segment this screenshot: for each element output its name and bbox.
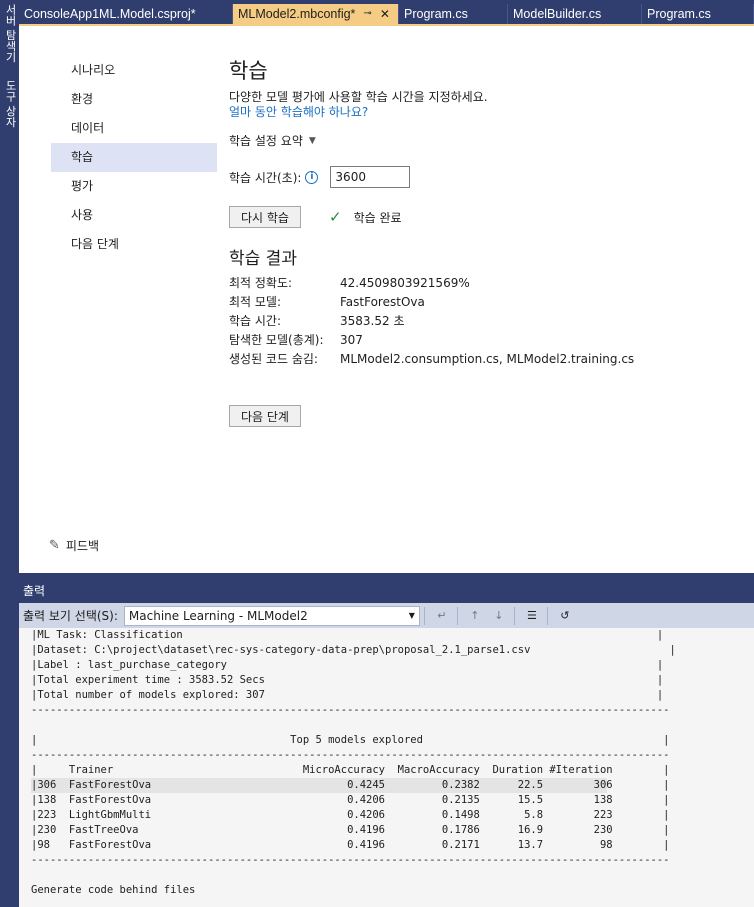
clear-all-icon[interactable]: ☰ [521, 606, 543, 626]
step-navigation: 시나리오 환경 데이터 학습 평가 사용 다음 단계 [51, 56, 217, 259]
next-step-wrap: 다음 단계 [229, 405, 729, 427]
result-row: 학습 시간: 3583.52 초 [229, 312, 729, 331]
feedback-link[interactable]: ✎ 피드백 [49, 537, 99, 554]
result-label: 최적 정확도: [229, 276, 293, 290]
pin-icon[interactable]: ⊸ [363, 4, 371, 24]
nav-item-consume[interactable]: 사용 [51, 201, 217, 230]
nav-item-scenario[interactable]: 시나리오 [51, 56, 217, 85]
model-builder-pane: 시나리오 환경 데이터 학습 평가 사용 다음 단계 학습 다양한 모델 평가에… [19, 26, 754, 573]
toolbar-separator [423, 606, 425, 625]
nav-item-next-steps[interactable]: 다음 단계 [51, 230, 217, 259]
output-source-label: 출력 보기 선택(S): [23, 609, 118, 623]
output-line: ----------------------------------------… [31, 704, 670, 716]
output-line: |ML Task: Classification | [31, 629, 664, 641]
tab-mlmodel2-mbconfig[interactable]: MLModel2.mbconfig* ⊸ ✕ [233, 4, 399, 24]
output-line: |98 FastForestOva 0.4196 0.2171 13.7 98 … [31, 839, 670, 851]
help-link[interactable]: 얼마 동안 학습해야 하나요? [229, 105, 729, 120]
nav-item-environment[interactable]: 환경 [51, 85, 217, 114]
nav-item-evaluate[interactable]: 평가 [51, 172, 217, 201]
train-action-row: 다시 학습 ✓ 학습 완료 [229, 206, 729, 228]
nav-item-data[interactable]: 데이터 [51, 114, 217, 143]
chevron-down-icon: ▼ [308, 135, 316, 146]
tab-consoleapp-model-csproj[interactable]: ConsoleApp1ML.Model.csproj* [19, 4, 233, 24]
output-line: | Trainer MicroAccuracy MacroAccuracy Du… [31, 764, 670, 776]
tab-modelbuilder-cs[interactable]: ModelBuilder.cs [508, 4, 642, 24]
word-wrap-icon[interactable]: ↺ [554, 606, 576, 626]
feedback-icon: ✎ [49, 538, 60, 553]
side-tool-strip: 서버 탐색기 도구 상자 [0, 0, 19, 907]
output-text-area[interactable]: |ML Task: Classification | |Dataset: C:\… [19, 628, 754, 907]
output-line: |230 FastTreeOva 0.4196 0.1786 16.9 230 … [31, 824, 670, 836]
result-row: 탐색한 모델(총계): 307 [229, 331, 729, 350]
output-source-value: Machine Learning - MLModel2 [128, 608, 308, 623]
result-row: 최적 정확도: 42.4509803921569% [229, 274, 729, 293]
chevron-down-icon: ▼ [408, 611, 415, 620]
page-description: 다양한 모델 평가에 사용할 학습 시간을 지정하세요. [229, 90, 488, 104]
toolbox-tab[interactable]: 도구 상자 [2, 80, 18, 128]
result-value: 3583.52 초 [340, 314, 405, 328]
output-line: |Total experiment time : 3583.52 Secs | [31, 674, 664, 686]
previous-message-icon[interactable]: ↑ [464, 606, 486, 626]
summary-label: 학습 설정 요약 [229, 134, 303, 148]
next-message-icon[interactable]: ↓ [488, 606, 510, 626]
result-label: 학습 시간: [229, 314, 282, 328]
result-value: 307 [340, 333, 363, 347]
page-title: 학습 [229, 59, 268, 83]
output-line: |Dataset: C:\project\dataset\rec-sys-cat… [31, 644, 676, 656]
tab-program-cs[interactable]: Program.cs [399, 4, 508, 24]
retrain-button[interactable]: 다시 학습 [229, 206, 301, 228]
checkmark-icon: ✓ [328, 208, 342, 226]
output-toolbar: 출력 보기 선택(S): Machine Learning - MLModel2… [19, 603, 754, 628]
train-content: 학습 다양한 모델 평가에 사용할 학습 시간을 지정하세요. 얼마 동안 학습… [229, 56, 729, 427]
next-step-button[interactable]: 다음 단계 [229, 405, 301, 427]
result-value: MLModel2.consumption.cs, MLModel2.traini… [340, 352, 635, 366]
training-time-row: 학습 시간(초): i [229, 166, 729, 188]
output-line: |Label : last_purchase_category | [31, 659, 664, 671]
info-icon[interactable]: i [305, 170, 319, 184]
output-source-select[interactable]: Machine Learning - MLModel2 ▼ [123, 605, 420, 626]
output-line: Generate code behind files [31, 884, 196, 896]
tab-label: Program.cs [404, 7, 468, 21]
output-line: ----------------------------------------… [31, 854, 670, 866]
output-line: | Top 5 models explored | [31, 734, 670, 746]
toolbar-separator [513, 606, 515, 625]
tab-label: ModelBuilder.cs [513, 7, 602, 21]
output-line: ----------------------------------------… [31, 749, 670, 761]
result-row: 생성된 코드 숨김: MLModel2.consumption.cs, MLMod… [229, 350, 729, 369]
tab-program-cs-2[interactable]: Program.cs [642, 4, 754, 24]
server-explorer-tab[interactable]: 서버 탐색기 [2, 4, 18, 63]
results-title: 학습 결과 [229, 249, 297, 269]
result-label: 탐색한 모델(총계): [229, 333, 324, 347]
training-summary-toggle[interactable]: 학습 설정 요약 ▼ [229, 132, 729, 149]
tab-label: ConsoleApp1ML.Model.csproj* [24, 7, 196, 21]
result-row: 최적 모델: FastForestOva [229, 293, 729, 312]
result-label: 생성된 코드 숨김: [229, 352, 318, 366]
toolbar-separator [456, 606, 458, 625]
feedback-label: 피드백 [65, 539, 100, 553]
training-time-label: 학습 시간(초): [229, 170, 302, 185]
output-line: |138 FastForestOva 0.4206 0.2135 15.5 13… [31, 794, 670, 806]
output-line: |223 LightGbmMulti 0.4206 0.1498 5.8 223… [31, 809, 670, 821]
result-value: FastForestOva [340, 295, 425, 309]
document-tab-bar: ConsoleApp1ML.Model.csproj* MLModel2.mbc… [19, 4, 754, 24]
output-line: |306 FastForestOva 0.4245 0.2382 22.5 30… [31, 778, 670, 793]
result-value: 42.4509803921569% [340, 276, 470, 290]
output-line: |Total number of models explored: 307 | [31, 689, 664, 701]
output-panel-title: 출력 [19, 581, 754, 602]
toolbar-separator [546, 606, 548, 625]
nav-item-train[interactable]: 학습 [51, 143, 217, 172]
result-label: 최적 모델: [229, 295, 282, 309]
tab-label: MLModel2.mbconfig* [238, 7, 356, 21]
training-status: 학습 완료 [353, 210, 402, 225]
tab-label: Program.cs [647, 7, 711, 21]
training-results: 최적 정확도: 42.4509803921569% 최적 모델: FastFores… [229, 274, 729, 369]
go-to-message-icon[interactable]: ↵ [431, 606, 453, 626]
training-time-input[interactable] [330, 166, 411, 188]
close-icon[interactable]: ✕ [380, 4, 390, 24]
